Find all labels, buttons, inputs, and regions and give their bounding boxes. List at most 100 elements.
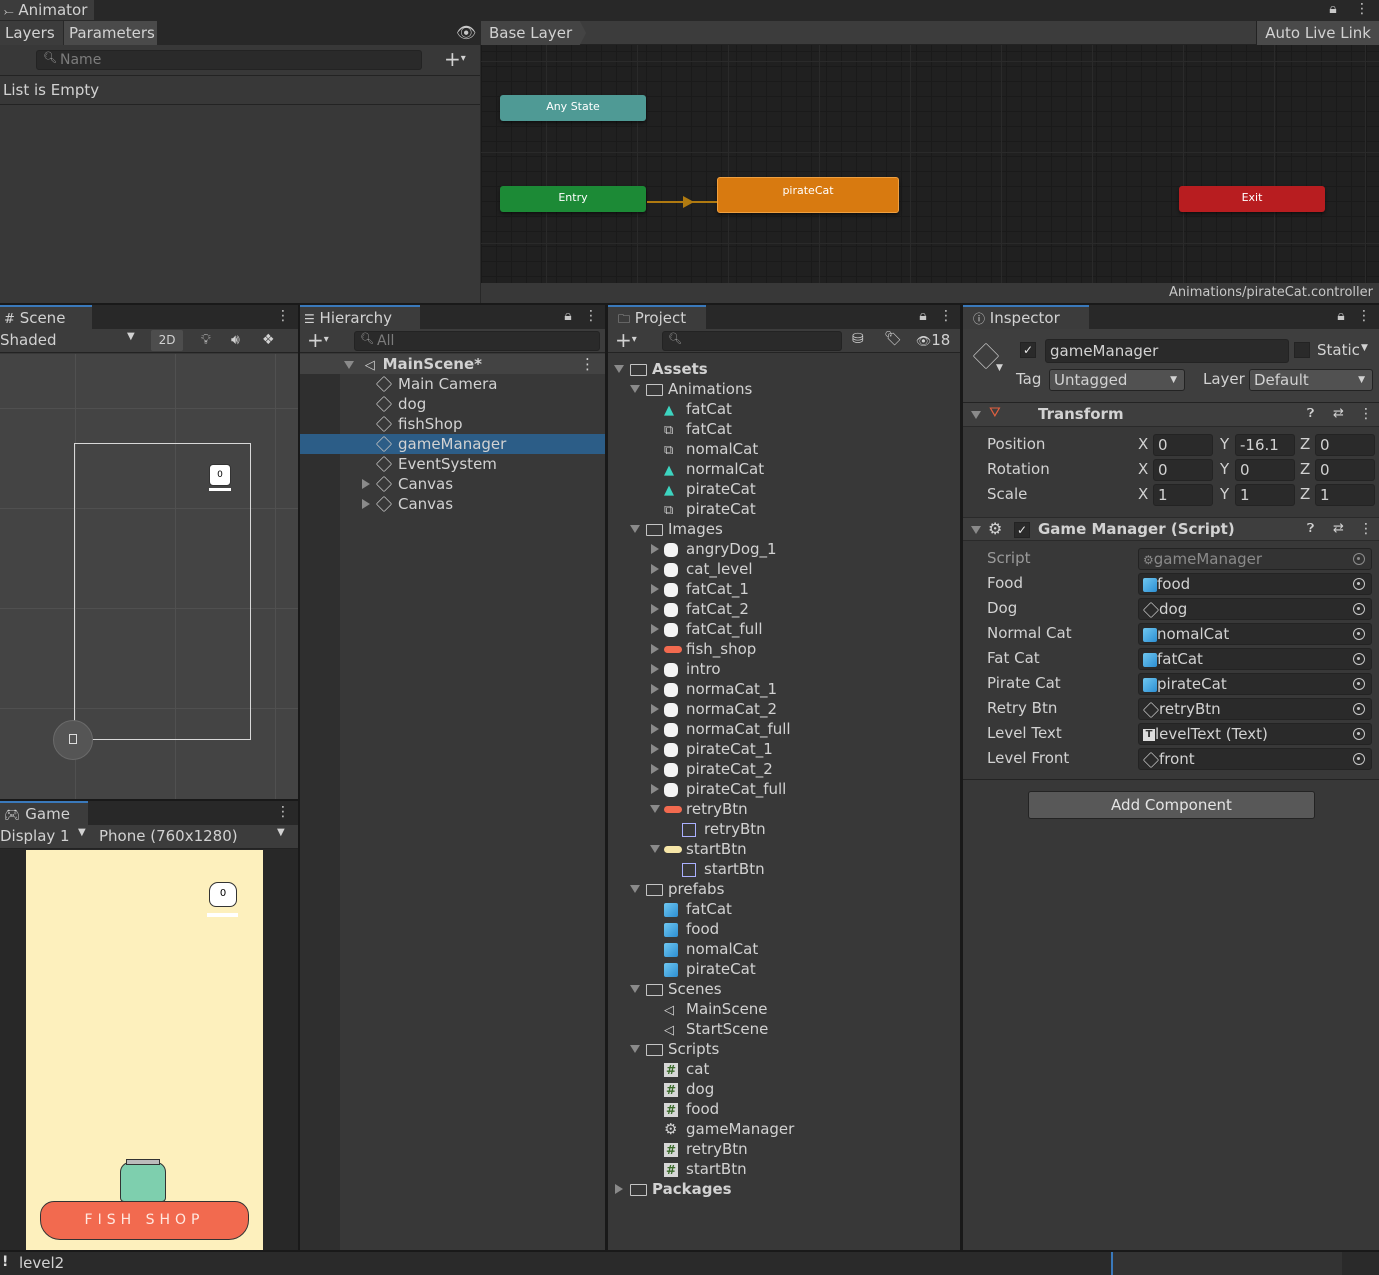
animator-tab[interactable]: ⤚ Animator	[0, 0, 94, 20]
tab-project[interactable]: 🗀 Project	[608, 305, 706, 329]
project-item[interactable]: Scenes	[608, 979, 960, 999]
object-picker-icon[interactable]	[1353, 753, 1365, 765]
project-item[interactable]: Animations	[608, 379, 960, 399]
hierarchy-item[interactable]: Main Camera	[300, 374, 605, 394]
object-reference-field[interactable]: fatCat	[1138, 648, 1372, 670]
kebab-menu-icon[interactable]: ⋮	[1355, 2, 1369, 16]
fold-arrow-icon[interactable]	[651, 704, 659, 714]
object-picker-icon[interactable]	[1353, 603, 1365, 615]
fold-arrow-icon[interactable]	[650, 805, 660, 813]
fold-arrow-icon[interactable]	[614, 365, 624, 373]
static-checkbox[interactable]	[1294, 342, 1310, 358]
eye-icon[interactable]: 👁︎	[456, 25, 476, 41]
project-item[interactable]: nomalCat	[608, 939, 960, 959]
inspector-kebab-icon[interactable]: ⋮	[1357, 309, 1371, 323]
state-entry[interactable]: Entry	[500, 186, 646, 212]
add-component-button[interactable]: Add Component	[1028, 791, 1315, 819]
project-item[interactable]: food	[608, 919, 960, 939]
tab-inspector[interactable]: ⓘ Inspector	[963, 305, 1089, 329]
shading-mode-dropdown[interactable]: Shaded ▼	[0, 331, 142, 349]
project-item[interactable]: # dog	[608, 1079, 960, 1099]
object-picker-icon[interactable]	[1353, 678, 1365, 690]
scene-kebab-icon[interactable]: ⋮	[276, 309, 290, 323]
resolution-dropdown[interactable]: Phone (760x1280) ▼	[99, 827, 293, 845]
scene-viewport[interactable]: 0	[0, 354, 298, 799]
lock-icon[interactable]: 🔒︎	[1328, 2, 1338, 16]
fold-arrow-icon[interactable]	[630, 885, 640, 893]
fold-arrow-icon[interactable]	[651, 644, 659, 654]
transform-x-input[interactable]: 1	[1153, 484, 1213, 506]
script-help-icon[interactable]: ❓︎	[1307, 521, 1314, 536]
expand-arrow-icon[interactable]	[362, 499, 370, 509]
fold-arrow-icon[interactable]	[630, 1045, 640, 1053]
project-kebab-icon[interactable]: ⋮	[939, 309, 953, 323]
object-reference-field[interactable]: TlevelText (Text)	[1138, 723, 1372, 745]
layer-dropdown[interactable]: Default ▼	[1249, 369, 1373, 391]
tab-game[interactable]: 🎮︎ Game	[0, 801, 88, 825]
object-picker-icon[interactable]	[1353, 578, 1365, 590]
fold-arrow-icon[interactable]	[651, 544, 659, 554]
project-item[interactable]: pirateCat_full	[608, 779, 960, 799]
hierarchy-item[interactable]: EventSystem	[300, 454, 605, 474]
project-item[interactable]: startBtn	[608, 859, 960, 879]
fold-arrow-icon[interactable]	[651, 684, 659, 694]
fold-arrow-icon[interactable]	[615, 1184, 623, 1194]
transform-header[interactable]: ⛛ Transform ❓︎ ⇄ ⋮	[963, 403, 1379, 427]
object-reference-field[interactable]: front	[1138, 748, 1372, 770]
fold-arrow-icon[interactable]	[630, 385, 640, 393]
project-item[interactable]: Packages	[608, 1179, 960, 1199]
transform-z-input[interactable]: 0	[1315, 434, 1375, 456]
scene-kebab-icon-2[interactable]: ⋮	[580, 354, 595, 374]
tab-hierarchy[interactable]: ☰ Hierarchy	[300, 305, 420, 329]
project-item[interactable]: prefabs	[608, 879, 960, 899]
2d-toggle-button[interactable]: 2D	[151, 330, 183, 351]
display-dropdown[interactable]: Display 1 ▼	[0, 827, 92, 845]
component-kebab-icon[interactable]: ⋮	[1359, 406, 1373, 422]
project-item[interactable]: normaCat_2	[608, 699, 960, 719]
active-checkbox[interactable]: ✓	[1020, 342, 1036, 358]
game-kebab-icon[interactable]: ⋮	[276, 805, 290, 819]
hierarchy-lock-icon[interactable]: 🔒︎	[563, 309, 573, 323]
state-any-state[interactable]: Any State	[500, 95, 646, 121]
fold-arrow-icon[interactable]	[651, 784, 659, 794]
effects-icon[interactable]: ❖	[262, 332, 275, 348]
script-enabled-checkbox[interactable]: ✓	[1014, 522, 1030, 538]
filter-type-icon[interactable]: ⛁	[852, 331, 864, 347]
transform-z-input[interactable]: 1	[1315, 484, 1375, 506]
project-item[interactable]: normaCat_full	[608, 719, 960, 739]
project-item[interactable]: ▲ fatCat	[608, 399, 960, 419]
project-item[interactable]: fatCat_2	[608, 599, 960, 619]
object-picker-icon[interactable]	[1353, 653, 1365, 665]
project-item[interactable]: startBtn	[608, 839, 960, 859]
project-item[interactable]: pirateCat	[608, 959, 960, 979]
script-component-header[interactable]: ⚙ ✓ Game Manager (Script) ❓︎ ⇄ ⋮	[963, 517, 1379, 541]
object-picker-icon[interactable]	[1353, 703, 1365, 715]
fold-arrow-icon[interactable]	[650, 845, 660, 853]
lighting-icon[interactable]: 💡︎	[201, 332, 211, 348]
expand-arrow-icon[interactable]	[362, 479, 370, 489]
hierarchy-item[interactable]: Canvas	[300, 474, 605, 494]
preset-icon[interactable]: ⇄	[1333, 406, 1344, 421]
status-message[interactable]: level2	[19, 1254, 64, 1272]
tab-layers[interactable]: Layers	[0, 21, 63, 45]
project-item[interactable]: fatCat	[608, 899, 960, 919]
transition-arrow[interactable]	[647, 201, 717, 203]
project-item[interactable]: retryBtn	[608, 799, 960, 819]
icon-chevron-icon[interactable]: ▼	[996, 363, 1003, 373]
project-item[interactable]: fatCat_1	[608, 579, 960, 599]
fold-arrow-icon[interactable]	[651, 724, 659, 734]
fold-arrow-icon[interactable]	[651, 664, 659, 674]
project-item[interactable]: pirateCat_2	[608, 759, 960, 779]
project-item[interactable]: Scripts	[608, 1039, 960, 1059]
project-lock-icon[interactable]: 🔒︎	[918, 309, 928, 323]
project-item[interactable]: ◁ StartScene	[608, 1019, 960, 1039]
hierarchy-item[interactable]: fishShop	[300, 414, 605, 434]
project-item[interactable]: Images	[608, 519, 960, 539]
hierarchy-kebab-icon[interactable]: ⋮	[584, 309, 598, 323]
fold-arrow-icon[interactable]	[651, 584, 659, 594]
project-item[interactable]: retryBtn	[608, 819, 960, 839]
object-reference-field[interactable]: dog	[1138, 598, 1372, 620]
animator-graph[interactable]: Base Layer Auto Live Link Any State Entr…	[481, 21, 1379, 303]
project-item[interactable]: # startBtn	[608, 1159, 960, 1179]
object-reference-field[interactable]: food	[1138, 573, 1372, 595]
